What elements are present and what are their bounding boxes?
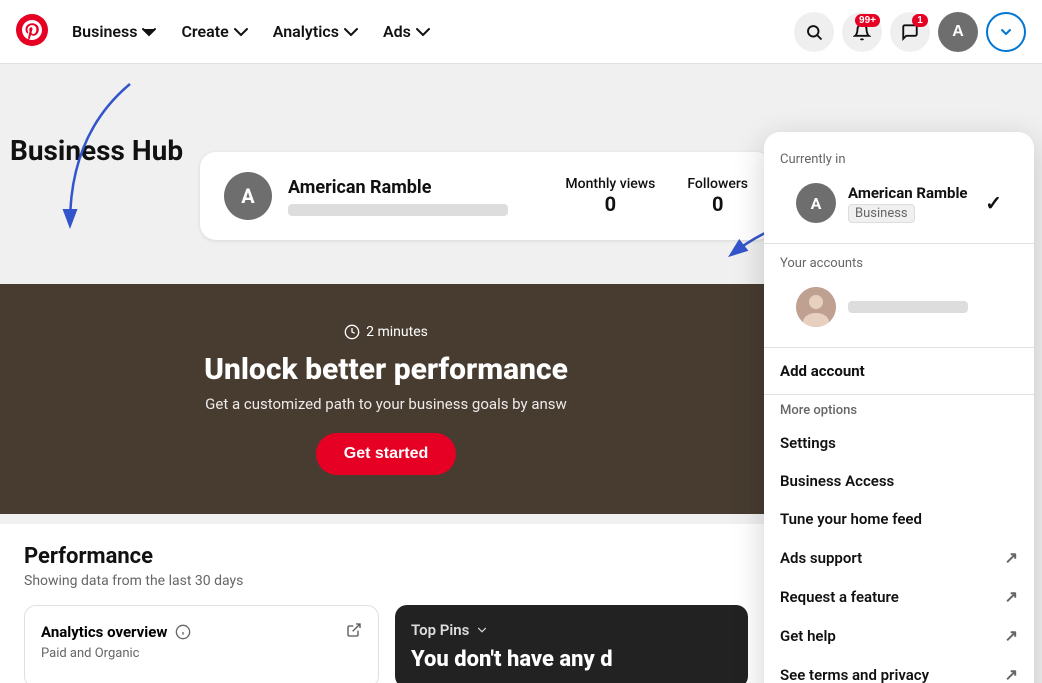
account-info: American Ramble xyxy=(288,177,549,216)
nav-ads[interactable]: Ads xyxy=(383,22,431,41)
menu-item-settings[interactable]: Settings xyxy=(764,424,1034,462)
your-accounts-label: Your accounts xyxy=(780,256,1018,271)
menu-item-business-access[interactable]: Business Access xyxy=(764,462,1034,500)
performance-title: Performance xyxy=(24,544,748,569)
personal-avatar xyxy=(796,287,836,327)
messages-button[interactable]: 1 xyxy=(890,12,930,52)
account-stats: Monthly views 0 Followers 0 xyxy=(565,176,748,216)
analytics-overview-card: Analytics overview Paid and Organic xyxy=(24,605,379,683)
nav-analytics[interactable]: Analytics xyxy=(273,22,359,41)
external-icon-feature: ↗ xyxy=(1005,587,1018,606)
search-button[interactable] xyxy=(794,12,834,52)
external-icon-terms: ↗ xyxy=(1005,665,1018,683)
currently-in-section: Currently in A American Ramble Business … xyxy=(764,144,1034,239)
analytics-card-subtitle: Paid and Organic xyxy=(41,646,362,661)
currently-in-label: Currently in xyxy=(780,152,1018,167)
analytics-card-title: Analytics overview xyxy=(41,622,362,642)
account-url-blur xyxy=(288,204,508,216)
followers-stat: Followers 0 xyxy=(687,176,748,216)
performance-cards: Analytics overview Paid and Organic Top … xyxy=(24,605,748,683)
menu-item-tune-home-feed[interactable]: Tune your home feed xyxy=(764,500,1034,538)
nav-business[interactable]: Business xyxy=(72,22,157,41)
hero-title: Unlock better performance xyxy=(204,352,568,387)
personal-account-row[interactable] xyxy=(780,279,1018,335)
top-pins-card: Top Pins You don't have any d xyxy=(395,605,748,683)
main-content: Business Hub A American Ramble Monthly v… xyxy=(0,64,1042,683)
divider-3 xyxy=(764,394,1034,395)
dropdown-menu: Currently in A American Ramble Business … xyxy=(764,132,1034,683)
external-icon-help: ↗ xyxy=(1005,626,1018,645)
check-icon: ✓ xyxy=(985,191,1002,215)
menu-item-get-help[interactable]: Get help ↗ xyxy=(764,616,1034,655)
monthly-views-stat: Monthly views 0 xyxy=(565,176,655,216)
export-icon[interactable] xyxy=(346,622,362,642)
account-name: American Ramble xyxy=(288,177,549,198)
nav-create[interactable]: Create xyxy=(181,22,248,41)
personal-account-name-blur xyxy=(848,301,968,313)
current-account-avatar: A xyxy=(796,183,836,223)
pinterest-logo[interactable] xyxy=(16,14,48,50)
current-account-row: A American Ramble Business ✓ xyxy=(780,175,1018,231)
hero-cta-button[interactable]: Get started xyxy=(316,433,456,475)
user-avatar-button[interactable]: A xyxy=(938,12,978,52)
account-dropdown-button[interactable] xyxy=(986,12,1026,52)
current-account-name: American Ramble xyxy=(848,184,973,202)
performance-section: Performance Showing data from the last 3… xyxy=(0,524,772,683)
header: Business Create Analytics Ads 99+ 1 A xyxy=(0,0,1042,64)
current-account-info: American Ramble Business xyxy=(848,184,973,223)
divider-1 xyxy=(764,243,1034,244)
account-card: A American Ramble Monthly views 0 Follow… xyxy=(200,152,772,240)
hero-banner: 2 minutes Unlock better performance Get … xyxy=(0,284,772,514)
hero-subtitle: Get a customized path to your business g… xyxy=(205,395,567,413)
hero-time: 2 minutes xyxy=(344,324,428,340)
add-account[interactable]: Add account xyxy=(764,352,1034,390)
your-accounts-section: Your accounts xyxy=(764,248,1034,343)
top-pins-body: You don't have any d xyxy=(411,647,732,672)
more-options-label: More options xyxy=(764,399,1034,424)
notifications-button[interactable]: 99+ xyxy=(842,12,882,52)
menu-item-ads-support[interactable]: Ads support ↗ xyxy=(764,538,1034,577)
notifications-badge: 99+ xyxy=(855,14,880,27)
menu-item-terms-privacy[interactable]: See terms and privacy ↗ xyxy=(764,655,1034,683)
header-left: Business Create Analytics Ads xyxy=(16,14,431,50)
external-icon-ads: ↗ xyxy=(1005,548,1018,567)
current-account-type: Business xyxy=(848,204,915,223)
performance-subtitle: Showing data from the last 30 days xyxy=(24,573,748,589)
header-right: 99+ 1 A xyxy=(794,12,1026,52)
divider-2 xyxy=(764,347,1034,348)
business-hub-title: Business Hub xyxy=(10,134,183,167)
top-pins-header: Top Pins xyxy=(411,621,732,639)
messages-badge: 1 xyxy=(912,14,928,27)
account-avatar: A xyxy=(224,172,272,220)
menu-item-request-feature[interactable]: Request a feature ↗ xyxy=(764,577,1034,616)
